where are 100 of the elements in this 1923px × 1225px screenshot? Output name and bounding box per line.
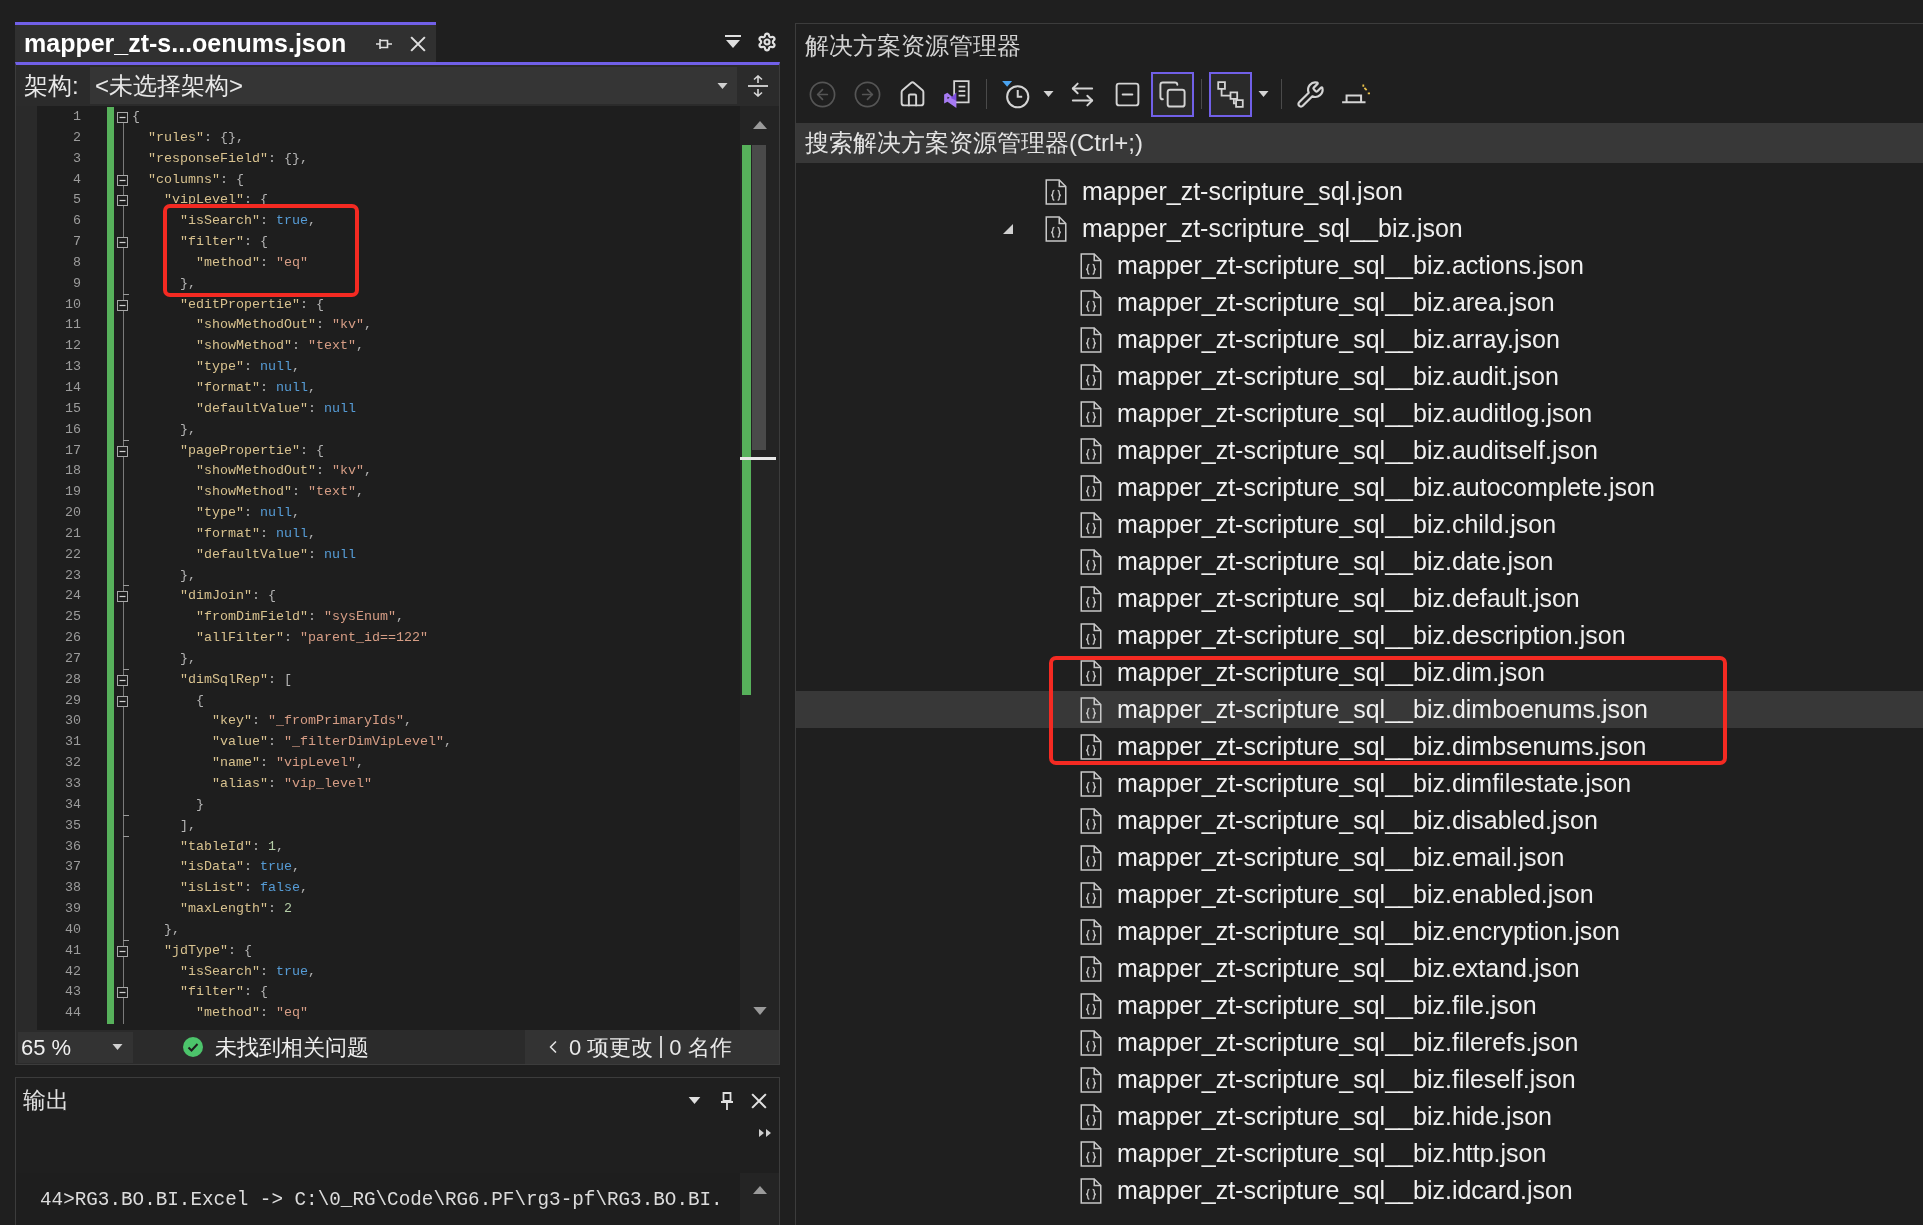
line-number: 21 [64, 524, 81, 543]
tree-item[interactable]: mapper_zt-scripture_sql__biz.auditlog.json [796, 395, 1923, 432]
pin-icon [721, 1091, 733, 1110]
line-number: 25 [64, 608, 81, 627]
settings-button[interactable] [757, 32, 777, 52]
tree-item[interactable]: mapper_zt-scripture_sql__biz.disabled.json [796, 802, 1923, 839]
code-line: }, [180, 274, 196, 293]
split-icon [748, 74, 768, 97]
code-line: "isList": false, [180, 879, 308, 898]
line-number: 18 [64, 462, 81, 481]
line-number: 3 [72, 149, 81, 168]
tree-item[interactable]: mapper_zt-scripture_sql__biz.description.json [796, 617, 1923, 654]
caret-position-marker [740, 457, 776, 460]
tree-item[interactable]: mapper_zt-scripture_sql__biz.child.json [796, 506, 1923, 543]
scrollbar-thumb[interactable] [752, 145, 766, 450]
pin-button[interactable] [721, 1091, 733, 1110]
line-number: 36 [64, 837, 81, 856]
tree-item[interactable]: mapper_zt-scripture_sql__biz.area.json [796, 284, 1923, 321]
collapse-icon[interactable] [117, 445, 128, 457]
tree-item[interactable]: mapper_zt-scripture_sql__biz.fileself.json [796, 1061, 1923, 1098]
braces-file-icon [1080, 400, 1102, 427]
braces-file-icon [1080, 1029, 1102, 1056]
tree-item[interactable]: mapper_zt-scripture_sql__biz.enabled.json [796, 876, 1923, 913]
code-line: }, [180, 566, 196, 585]
tree-item[interactable]: mapper_zt-scripture_sql__biz.autocomplete.json [796, 469, 1923, 506]
collapse-icon[interactable] [117, 299, 128, 311]
braces-file-icon [1080, 437, 1102, 464]
tree-item[interactable]: mapper_zt-scripture_sql__biz.idcard.json [796, 1172, 1923, 1209]
tree-item[interactable]: mapper_zt-scripture_sql__biz.json [796, 210, 1923, 247]
line-number: 26 [64, 629, 81, 648]
line-number: 38 [64, 879, 81, 898]
tree-item[interactable]: mapper_zt-scripture_sql__biz.dimfilestate.json [796, 765, 1923, 802]
code-line: "responseField": {}, [148, 149, 308, 168]
tree-item[interactable]: mapper_zt-scripture_sql__biz.extand.json [796, 950, 1923, 987]
braces-file-icon [1045, 215, 1067, 242]
collapse-icon[interactable] [117, 695, 128, 707]
architecture-dropdown[interactable]: <未选择架构> [90, 67, 737, 104]
tree-item[interactable]: mapper_zt-scripture_sql__biz.filerefs.json [796, 1024, 1923, 1061]
line-number: 30 [64, 712, 81, 731]
line-number: 10 [64, 295, 81, 314]
braces-file-icon [1080, 881, 1102, 908]
collapse-icon[interactable] [117, 945, 128, 957]
line-number: 13 [64, 358, 81, 377]
authors-count[interactable]: 0 名作 [669, 1030, 732, 1064]
caret-icon [717, 82, 728, 89]
tree-item[interactable]: mapper_zt-scripture_sql__biz.actions.json [796, 247, 1923, 284]
braces-file-icon [1080, 326, 1102, 353]
code-line: "pagePropertie": { [180, 441, 324, 460]
tree-item[interactable]: mapper_zt-scripture_sql__biz.audit.json [796, 358, 1923, 395]
line-number: 16 [64, 420, 81, 439]
caret-icon [112, 1044, 123, 1050]
tree-item[interactable]: mapper_zt-scripture_sql__biz.dim.json [796, 654, 1923, 691]
tree-item[interactable]: mapper_zt-scripture_sql__biz.dimbsenums.json [796, 728, 1923, 765]
tree-item[interactable]: mapper_zt-scripture_sql.json [796, 173, 1923, 210]
wrench-icon [1296, 79, 1325, 109]
expander-icon[interactable] [1003, 223, 1013, 234]
copy-button[interactable] [1151, 71, 1194, 117]
tree-item[interactable]: mapper_zt-scripture_sql__biz.array.json [796, 321, 1923, 358]
code-line: "rules": {}, [148, 128, 244, 147]
close-tab-button[interactable] [410, 35, 426, 52]
tree-view-button[interactable] [1209, 71, 1252, 117]
line-number: 32 [64, 754, 81, 773]
braces-file-icon [1080, 659, 1102, 686]
code-line: "editPropertie": { [180, 295, 324, 314]
tree-item[interactable]: mapper_zt-scripture_sql__biz.default.json [796, 580, 1923, 617]
code-line: }, [164, 920, 180, 939]
tree-item[interactable]: mapper_zt-scripture_sql__biz.file.json [796, 987, 1923, 1024]
changes-count[interactable]: 0 项更改 [569, 1030, 654, 1064]
panel-menu-button[interactable] [688, 1097, 701, 1104]
collapse-icon[interactable] [117, 987, 128, 999]
collapse-icon[interactable] [117, 174, 128, 186]
down-triangle-icon [752, 1007, 767, 1015]
line-number: 14 [64, 378, 81, 397]
line-number: 29 [64, 691, 81, 710]
tree-item[interactable]: mapper_zt-scripture_sql__biz.encryption.json [796, 913, 1923, 950]
code-line: "defaultValue": null [196, 399, 356, 418]
close-button[interactable] [751, 1092, 767, 1109]
tree-item[interactable]: mapper_zt-scripture_sql__biz.date.json [796, 543, 1923, 580]
tree-item[interactable]: mapper_zt-scripture_sql__biz.dimboenums.json [796, 691, 1923, 728]
line-number: 42 [64, 962, 81, 981]
search-field[interactable]: 搜索解决方案资源管理器(Ctrl+;) [796, 123, 1923, 163]
line-number: 41 [64, 941, 81, 960]
clock-filter-icon [1001, 79, 1030, 109]
tree-item[interactable]: mapper_zt-scripture_sql__biz.http.json [796, 1135, 1923, 1172]
zoom-dropdown[interactable]: 65 % [18, 1031, 133, 1063]
tree-item[interactable]: mapper_zt-scripture_sql__biz.email.json [796, 839, 1923, 876]
tab-list-button[interactable] [725, 35, 741, 49]
collapse-icon[interactable] [117, 591, 128, 603]
editor-tab[interactable]: mapper_zt-s...oenums.json [15, 22, 436, 62]
collapse-icon[interactable] [117, 112, 128, 123]
caret-icon [688, 1097, 701, 1104]
pin-button[interactable] [376, 37, 392, 50]
line-number: 12 [64, 337, 81, 356]
collapse-icon[interactable] [117, 237, 128, 249]
tree-item[interactable]: mapper_zt-scripture_sql__biz.hide.json [796, 1098, 1923, 1135]
tree-item[interactable]: mapper_zt-scripture_sql__biz.auditself.json [796, 432, 1923, 469]
collapse-icon[interactable] [117, 674, 128, 686]
code-line: "isSearch": true, [180, 962, 316, 981]
collapse-icon[interactable] [117, 195, 128, 207]
code-line: "filter": { [180, 233, 268, 252]
